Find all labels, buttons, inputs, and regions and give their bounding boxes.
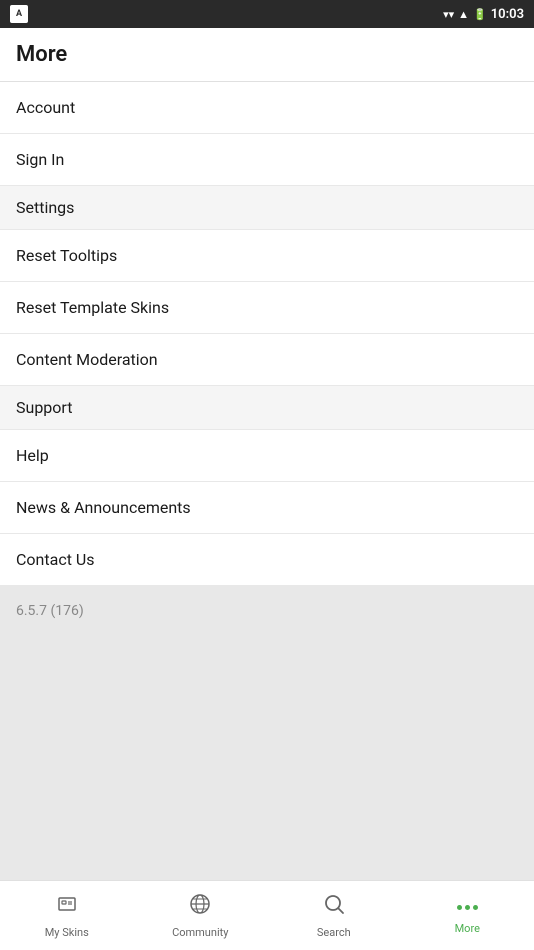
menu-item-contact-us[interactable]: Contact Us [0,534,534,586]
menu-item-account[interactable]: Account [0,82,534,134]
menu-item-reset-template-skins[interactable]: Reset Template Skins [0,282,534,334]
nav-label-my-skins: My Skins [45,926,89,939]
wifi-icon: ▲ [458,8,469,21]
nav-item-my-skins[interactable]: My Skins [0,884,134,947]
page-title: More [16,42,518,67]
search-icon [322,892,346,922]
version-section: 6.5.7 (176) [0,586,534,633]
skins-icon [55,892,79,922]
menu-item-reset-tooltips[interactable]: Reset Tooltips [0,230,534,282]
menu-item-news-announcements[interactable]: News & Announcements [0,482,534,534]
status-bar: A ▾▾ ▲ 🔋 10:03 [0,0,534,28]
status-bar-right: ▾▾ ▲ 🔋 10:03 [443,7,524,22]
nav-label-community: Community [172,926,228,939]
menu-item-sign-in[interactable]: Sign In [0,134,534,186]
nav-label-more: More [455,922,480,935]
page-header: More [0,28,534,82]
main-content: Account Sign In Settings Reset Tooltips … [0,82,534,934]
menu-section-settings: Settings [0,186,534,230]
battery-icon: 🔋 [473,8,487,21]
menu-list: Account Sign In Settings Reset Tooltips … [0,82,534,586]
menu-item-help[interactable]: Help [0,430,534,482]
version-text: 6.5.7 (176) [16,603,84,619]
community-icon [188,892,212,922]
nav-item-community[interactable]: Community [134,884,268,947]
signal-icon: ▾▾ [443,8,454,21]
more-icon [457,896,478,918]
adobe-icon: A [10,5,28,23]
nav-label-search: Search [317,926,351,939]
bottom-nav: My Skins Community Search [0,880,534,950]
menu-section-support: Support [0,386,534,430]
menu-item-content-moderation[interactable]: Content Moderation [0,334,534,386]
status-time: 10:03 [491,7,524,22]
nav-item-more[interactable]: More [401,888,534,943]
nav-item-search[interactable]: Search [267,884,401,947]
status-bar-left: A [10,5,28,23]
